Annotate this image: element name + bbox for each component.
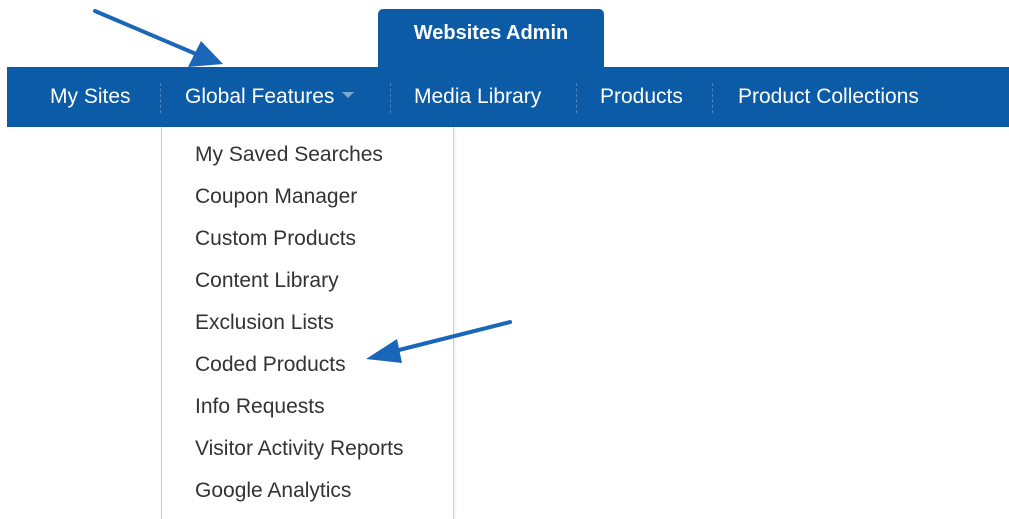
annotation-arrow-icon (366, 320, 512, 363)
annotation-arrows (93, 9, 512, 363)
annotation-arrow-icon (93, 9, 223, 67)
